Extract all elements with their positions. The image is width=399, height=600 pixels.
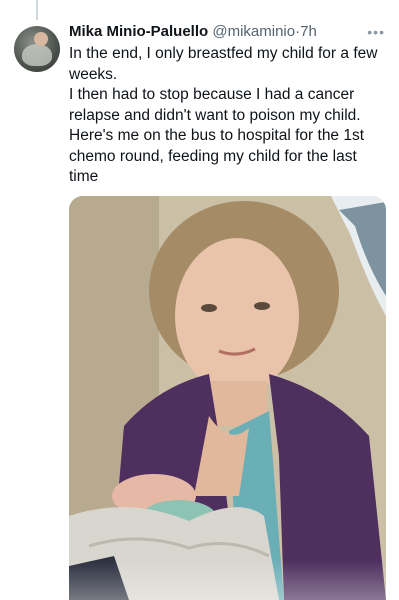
author-name[interactable]: Mika Minio-Paluello bbox=[69, 23, 208, 40]
author-handle[interactable]: @mikaminio bbox=[212, 23, 295, 40]
thread-connector-line bbox=[36, 0, 38, 20]
avatar[interactable] bbox=[14, 26, 60, 72]
tweet-header: Mika Minio-Paluello @mikaminio·7h bbox=[69, 23, 389, 43]
timestamp[interactable]: 7h bbox=[300, 23, 317, 40]
tweet-text: In the end, I only breastfed my child fo… bbox=[69, 45, 378, 185]
tweet-photo[interactable] bbox=[69, 196, 386, 600]
photo-illustration bbox=[69, 196, 386, 600]
more-horizontal-icon[interactable]: ••• bbox=[367, 24, 385, 40]
